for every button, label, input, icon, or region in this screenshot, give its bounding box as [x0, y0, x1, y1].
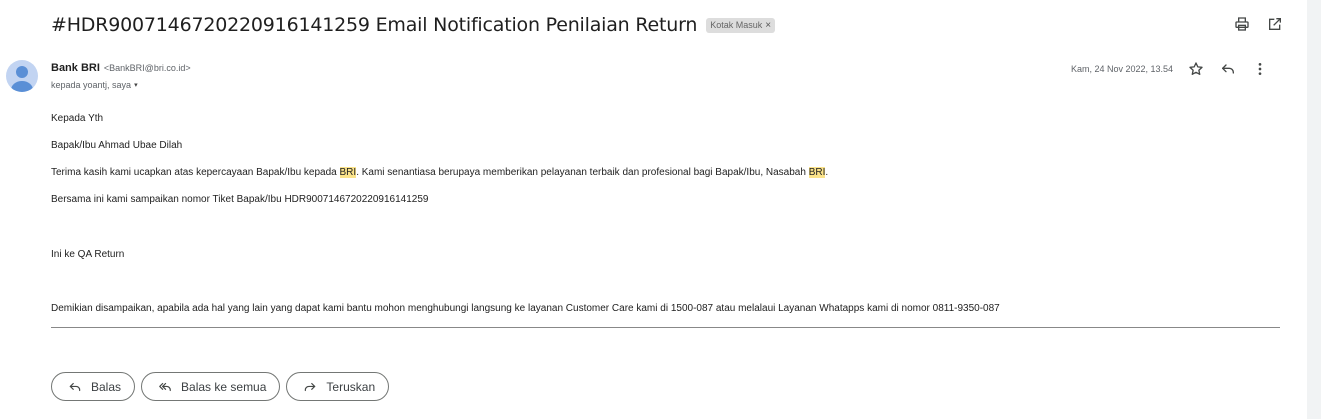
forward-button[interactable]: Teruskan: [286, 372, 390, 401]
qa-return-line: Ini ke QA Return: [51, 249, 125, 260]
sender-row: Bank BRI <BankBRI@bri.co.id>: [51, 62, 191, 74]
reply-icon[interactable]: [1219, 60, 1237, 78]
reply-all-button-label: Balas ke semua: [181, 379, 267, 394]
closing-line: Demikian disampaikan, apabila ada hal ya…: [51, 303, 1000, 314]
reply-icon: [69, 382, 81, 391]
chevron-down-icon[interactable]: ▾: [134, 81, 138, 89]
subject-row: #HDR9007146720220916141259 Email Notific…: [51, 12, 776, 38]
reply-all-icon: [159, 382, 171, 391]
bri-highlight: BRI: [339, 167, 357, 178]
message-meta: Kam, 24 Nov 2022, 13.54: [1071, 60, 1269, 78]
open-in-new-window-icon[interactable]: [1266, 15, 1284, 33]
recipient-list: kepada yoantj, saya: [51, 80, 132, 90]
recipient-row: kepada yoantj, saya ▾: [51, 80, 138, 90]
avatar[interactable]: [6, 60, 38, 92]
forward-button-label: Teruskan: [326, 379, 376, 394]
right-scroll-strip: [1307, 0, 1321, 419]
recipient-name-line: Bapak/Ibu Ahmad Ubae Dilah: [51, 140, 183, 151]
sender-name[interactable]: Bank BRI: [51, 62, 100, 74]
message-date: Kam, 24 Nov 2022, 13.54: [1071, 64, 1174, 74]
inbox-label-text: Kotak Masuk: [710, 20, 763, 30]
greeting-line: Kepada Yth: [51, 113, 104, 124]
person-icon: [11, 66, 33, 92]
ticket-line: Bersama ini kami sampaikan nomor Tiket B…: [51, 194, 429, 205]
divider: [51, 327, 1280, 328]
reply-all-button[interactable]: Balas ke semua: [141, 372, 281, 401]
top-toolbar: [1233, 15, 1284, 33]
more-vertical-icon[interactable]: [1251, 60, 1269, 78]
inbox-label-chip[interactable]: Kotak Masuk ×: [706, 17, 776, 33]
star-icon[interactable]: [1187, 60, 1205, 78]
thank-you-line: Terima kasih kami ucapkan atas kepercaya…: [51, 167, 829, 178]
remove-label-icon[interactable]: ×: [765, 20, 771, 31]
reply-button-label: Balas: [91, 379, 122, 394]
action-buttons: Balas Balas ke semua Teruskan: [51, 372, 390, 401]
email-subject: #HDR9007146720220916141259 Email Notific…: [51, 14, 698, 36]
printer-icon[interactable]: [1233, 15, 1251, 33]
forward-icon: [305, 382, 316, 391]
sender-email: <BankBRI@bri.co.id>: [103, 63, 191, 73]
reply-button[interactable]: Balas: [51, 372, 136, 401]
bri-highlight: BRI: [808, 167, 826, 178]
